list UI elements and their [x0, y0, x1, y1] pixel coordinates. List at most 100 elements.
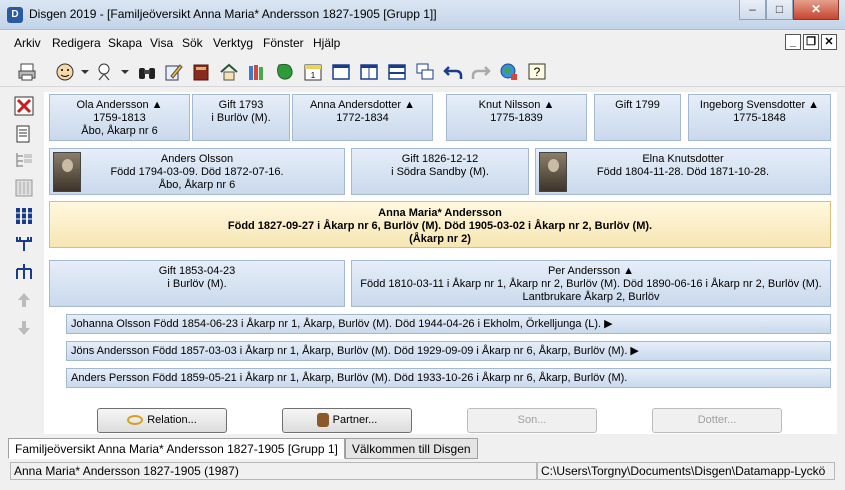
card-line: Född 1804-11-28. Död 1871-10-28.: [596, 166, 770, 178]
print-icon[interactable]: [16, 61, 38, 83]
map-icon[interactable]: [274, 61, 296, 83]
grandfather-maternal-card[interactable]: Knut Nilsson ▲ 1775-1839: [446, 94, 587, 141]
card-line: Åbo, Åkarp nr 6: [158, 179, 236, 191]
spouse-marriage-card[interactable]: Gift 1853-04-23 i Burlöv (M).: [49, 260, 345, 307]
globe-icon[interactable]: [498, 61, 520, 83]
card-line: i Burlöv (M).: [167, 278, 227, 290]
chevron-down-icon[interactable]: [74, 61, 96, 83]
chart-grid-icon[interactable]: [12, 176, 36, 200]
status-person: Anna Maria* Andersson 1827-1905 (1987): [10, 462, 537, 480]
relation-button-label: Relation...: [147, 414, 197, 426]
mother-card[interactable]: Elna Knutsdotter Född 1804-11-28. Död 18…: [535, 148, 831, 195]
mdi-restore-button[interactable]: ❐: [803, 34, 819, 50]
card-line: Elna Knutsdotter: [642, 153, 724, 165]
calendar-icon[interactable]: 1: [302, 61, 324, 83]
home-icon[interactable]: [218, 61, 240, 83]
app-icon[interactable]: D: [7, 7, 23, 23]
child-row[interactable]: Jöns Andersson Född 1857-03-03 i Åkarp n…: [66, 341, 831, 361]
child-row[interactable]: Anders Persson Född 1859-05-21 i Åkarp n…: [66, 368, 831, 388]
rings-icon: [127, 415, 144, 426]
card-line: Ola Andersson ▲: [76, 99, 163, 111]
relation-button[interactable]: Relation...: [97, 408, 227, 433]
delete-icon[interactable]: [12, 94, 36, 118]
mdi-controls: _ ❐ ✕: [785, 34, 837, 50]
person-icon[interactable]: [54, 61, 76, 83]
move-up-icon[interactable]: [12, 288, 36, 312]
window-single-icon[interactable]: [330, 61, 352, 83]
window-controls: – □ ✕: [739, 0, 839, 20]
menu-hjalp[interactable]: Hjälp: [313, 36, 340, 50]
svg-text:?: ?: [534, 65, 541, 79]
move-down-icon[interactable]: [12, 316, 36, 340]
maximize-button[interactable]: □: [766, 0, 793, 20]
document-icon[interactable]: [12, 122, 36, 146]
father-photo[interactable]: [53, 152, 81, 192]
menu-fonster[interactable]: Fönster: [263, 36, 304, 50]
menu-redigera[interactable]: Redigera: [52, 36, 101, 50]
tab-family-overview[interactable]: Familjeöversikt Anna Maria* Andersson 18…: [8, 438, 345, 459]
daughter-button[interactable]: Dotter...: [652, 408, 782, 433]
person-search-icon[interactable]: [94, 61, 116, 83]
menu-arkiv[interactable]: Arkiv: [14, 36, 41, 50]
card-line: Född 1810-03-11 i Åkarp nr 1, Åkarp nr 2…: [360, 278, 822, 290]
svg-text:1: 1: [311, 71, 316, 80]
card-line: Gift 1793: [218, 99, 264, 111]
window-horizontal-icon[interactable]: [386, 61, 408, 83]
menu-skapa[interactable]: Skapa: [108, 36, 142, 50]
card-line: 1759-1813: [93, 112, 146, 124]
mother-photo[interactable]: [539, 152, 567, 192]
menu-sok[interactable]: Sök: [182, 36, 203, 50]
card-line: Lantbrukare Åkarp 2, Burlöv: [522, 291, 660, 303]
main-person-name: Anna Maria* Andersson: [378, 207, 502, 219]
family-view-icon[interactable]: [12, 204, 36, 228]
document-tabs: Familjeöversikt Anna Maria* Andersson 18…: [8, 438, 478, 460]
grandmother-maternal-card[interactable]: Ingeborg Svensdotter ▲ 1775-1848: [688, 94, 831, 141]
chevron-down-icon[interactable]: [114, 61, 136, 83]
menu-bar: Arkiv Redigera Skapa Visa Sök Verktyg Fö…: [0, 33, 845, 53]
card-line: Anna Andersdotter ▲: [309, 99, 416, 111]
grandparents-maternal-marriage-card[interactable]: Gift 1799: [594, 94, 681, 141]
window-cascade-icon[interactable]: [414, 61, 436, 83]
undo-icon[interactable]: [442, 61, 464, 83]
child-row[interactable]: Johanna Olsson Född 1854-06-23 i Åkarp n…: [66, 314, 831, 334]
redo-icon[interactable]: [470, 61, 492, 83]
book-icon[interactable]: [190, 61, 212, 83]
help-icon[interactable]: ?: [526, 61, 548, 83]
window-split-icon[interactable]: [358, 61, 380, 83]
mdi-minimize-button[interactable]: _: [785, 34, 801, 50]
partner-button-label: Partner...: [332, 414, 378, 426]
card-line: Anders Olsson: [160, 153, 234, 165]
main-person-residence: (Åkarp nr 2): [409, 233, 471, 245]
grandfather-paternal-card[interactable]: Ola Andersson ▲ 1759-1813 Åbo, Åkarp nr …: [49, 94, 190, 141]
status-path: C:\Users\Torgny\Documents\Disgen\Datamap…: [537, 462, 835, 480]
son-button[interactable]: Son...: [467, 408, 597, 433]
tree-list-icon[interactable]: [12, 148, 36, 172]
minimize-button[interactable]: –: [739, 0, 766, 20]
card-line: Åbo, Åkarp nr 6: [81, 125, 158, 137]
main-person-dates: Född 1827-09-27 i Åkarp nr 6, Burlöv (M)…: [227, 220, 653, 232]
card-line: 1772-1834: [336, 112, 389, 124]
card-line: Gift 1799: [615, 99, 660, 111]
mdi-close-button[interactable]: ✕: [821, 34, 837, 50]
books-icon[interactable]: [246, 61, 268, 83]
menu-visa[interactable]: Visa: [150, 36, 173, 50]
descendant-tree-icon[interactable]: [12, 260, 36, 284]
card-line: i Södra Sandby (M).: [391, 166, 489, 178]
spouse-card[interactable]: Per Andersson ▲ Född 1810-03-11 i Åkarp …: [351, 260, 831, 307]
grandmother-paternal-card[interactable]: Anna Andersdotter ▲ 1772-1834: [292, 94, 433, 141]
edit-icon[interactable]: [162, 61, 184, 83]
couple-icon: [316, 413, 329, 428]
card-line: 1775-1848: [733, 112, 786, 124]
close-button[interactable]: ✕: [793, 0, 839, 20]
partner-button[interactable]: Partner...: [282, 408, 412, 433]
main-person-card[interactable]: Anna Maria* Andersson Född 1827-09-27 i …: [49, 201, 831, 248]
menu-verktyg[interactable]: Verktyg: [213, 36, 253, 50]
tab-welcome[interactable]: Välkommen till Disgen: [344, 438, 478, 459]
binoculars-icon[interactable]: [136, 61, 158, 83]
card-line: Ingeborg Svensdotter ▲: [699, 99, 820, 111]
card-line: i Burlöv (M).: [211, 112, 271, 124]
ancestor-tree-icon[interactable]: [12, 232, 36, 256]
parents-marriage-card[interactable]: Gift 1826-12-12 i Södra Sandby (M).: [351, 148, 529, 195]
grandparents-paternal-marriage-card[interactable]: Gift 1793 i Burlöv (M).: [192, 94, 290, 141]
father-card[interactable]: Anders Olsson Född 1794-03-09. Död 1872-…: [49, 148, 345, 195]
